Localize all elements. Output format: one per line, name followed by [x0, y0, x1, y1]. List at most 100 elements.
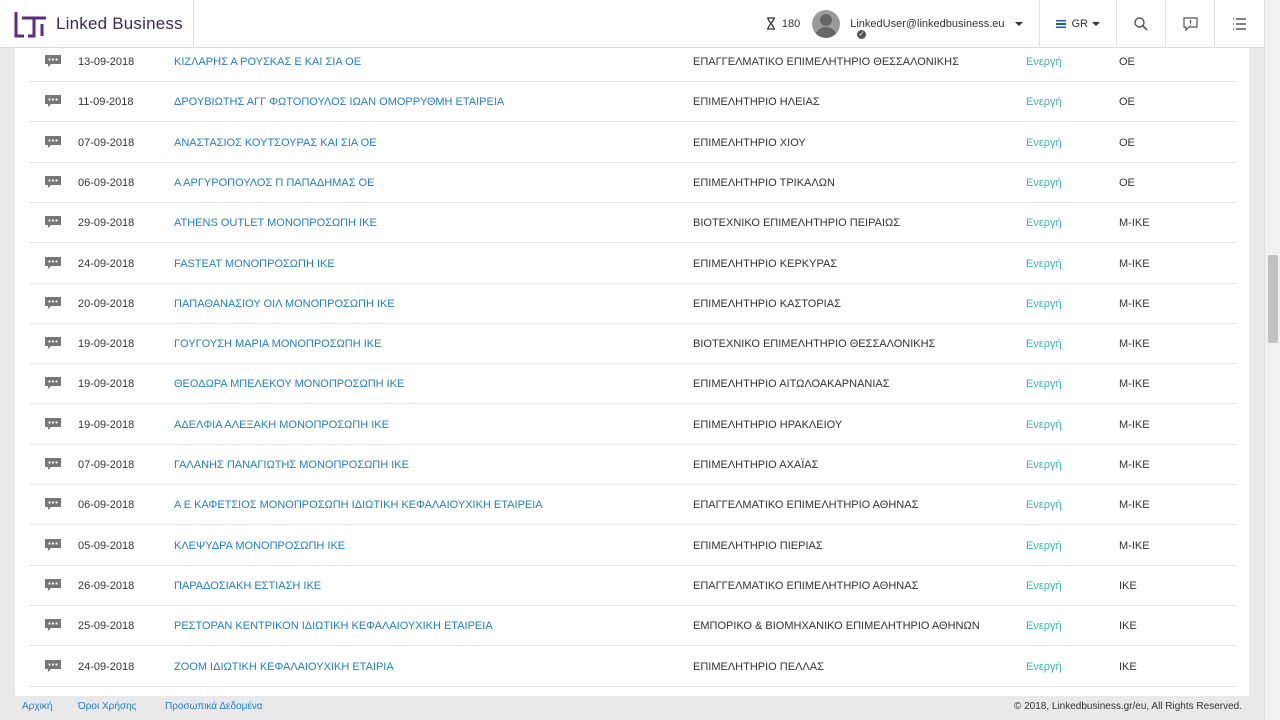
- message-icon[interactable]: [44, 618, 62, 632]
- company-name-link[interactable]: ΓΑΛΑΝΗΣ ΠΑΝΑΓΙΩΤΗΣ ΜΟΝΟΠΡΟΣΩΠΗ ΙΚΕ: [174, 445, 409, 485]
- row-chamber: ΕΠΙΜΕΛΗΤΗΡΙΟ ΚΑΣΤΟΡΙΑΣ: [693, 297, 841, 310]
- footer: Αρχική Όροι Χρήσης Προσωπικά Δεδομένα © …: [0, 696, 1264, 720]
- brand-name: Linked Business: [56, 13, 183, 33]
- row-date: 19-09-2018: [78, 338, 135, 351]
- status-badge: Ενεργή: [1026, 620, 1062, 633]
- status-badge: Ενεργή: [1026, 257, 1062, 270]
- row-date: 13-09-2018: [78, 56, 135, 68]
- row-chamber: ΕΠΑΓΓΕΛΜΑΤΙΚΟ ΕΠΙΜΕΛΗΤΗΡΙΟ ΑΘΗΝΑΣ: [693, 499, 919, 512]
- results-panel: 13-09-2018 ΚΙΖΛΑΡΗΣ Α ΡΟΥΣΚΑΣ Ε ΚΑΙ ΣΙΑ Ο…: [15, 48, 1249, 696]
- message-icon[interactable]: [44, 256, 62, 270]
- table-row: 07-09-2018 ΓΑΛΑΝΗΣ ΠΑΝΑΓΙΩΤΗΣ ΜΟΝΟΠΡΟΣΩΠΗ…: [29, 445, 1236, 485]
- company-name-link[interactable]: Α ΑΡΓΥΡΟΠΟΥΛΟΣ Π ΠΑΠΑΔΗΜΑΣ ΟΕ: [174, 163, 374, 203]
- logo-mark-icon: [14, 11, 46, 37]
- copyright-text: © 2018, Linkedbusiness.gr/eu, All Rights…: [1013, 701, 1242, 712]
- row-date: 25-09-2018: [78, 620, 135, 633]
- row-chamber: ΕΠΙΜΕΛΗΤΗΡΙΟ ΑΧΑΪΑΣ: [693, 459, 819, 471]
- company-name-link[interactable]: ΠΑΠΑΘΑΝΑΣΙΟΥ ΟΙΛ ΜΟΝΟΠΡΟΣΩΠΗ ΙΚΕ: [174, 284, 395, 324]
- status-badge: Ενεργή: [1026, 56, 1062, 68]
- user-email: LinkedUser@linkedbusiness.eu: [850, 17, 1005, 30]
- status-badge: Ενεργή: [1026, 338, 1062, 351]
- row-company-type: Μ-ΙΚΕ: [1119, 257, 1150, 270]
- row-company-type: Μ-ΙΚΕ: [1119, 459, 1150, 471]
- message-icon[interactable]: [44, 538, 62, 552]
- company-name-link[interactable]: ZOOM ΙΔΙΩΤΙΚΗ ΚΕΦΑΛΑΙΟΥΧΙΚΗ ΕΤΑΙΡΙΑ: [174, 647, 394, 687]
- menu-button[interactable]: [1215, 0, 1264, 48]
- message-icon[interactable]: [44, 54, 62, 68]
- user-menu[interactable]: LinkedUser@linkedbusiness.eu: [812, 0, 1040, 48]
- row-chamber: ΒΙΟΤΕΧΝΙΚΟ ΕΠΙΜΕΛΗΤΗΡΙΟ ΠΕΙΡΑΙΩΣ: [693, 217, 901, 230]
- company-name-link[interactable]: ΑΝΑΣΤΑΣΙΟΣ ΚΟΥΤΣΟΥΡΑΣ ΚΑΙ ΣΙΑ ΟΕ: [174, 123, 377, 163]
- row-company-type: Μ-ΙΚΕ: [1119, 297, 1150, 310]
- company-name-link[interactable]: FASTEAT ΜΟΝΟΠΡΟΣΩΠΗ ΙΚΕ: [174, 244, 335, 284]
- table-row: 20-09-2018 ΠΑΠΑΘΑΝΑΣΙΟΥ ΟΙΛ ΜΟΝΟΠΡΟΣΩΠΗ Ι…: [29, 284, 1236, 324]
- row-chamber: ΕΠΙΜΕΛΗΤΗΡΙΟ ΠΕΛΛΑΣ: [693, 660, 824, 673]
- search-button[interactable]: [1117, 0, 1166, 48]
- credits-value: 180: [781, 17, 801, 30]
- row-company-type: ΟΕ: [1119, 176, 1135, 189]
- row-chamber: ΕΠΙΜΕΛΗΤΗΡΙΟ ΧΙΟΥ: [693, 136, 806, 149]
- footer-home-link[interactable]: Αρχική: [22, 696, 52, 718]
- message-icon[interactable]: [44, 497, 62, 511]
- page-scrollbar[interactable]: [1264, 0, 1280, 720]
- row-date: 24-09-2018: [78, 257, 135, 270]
- row-company-type: Μ-ΙΚΕ: [1119, 338, 1150, 351]
- status-badge: Ενεργή: [1026, 136, 1062, 149]
- row-date: 07-09-2018: [78, 459, 135, 471]
- status-badge: Ενεργή: [1026, 499, 1062, 512]
- status-badge: Ενεργή: [1026, 378, 1062, 391]
- row-date: 11-09-2018: [78, 96, 134, 109]
- avatar: [812, 9, 841, 38]
- row-company-type: ΙΚΕ: [1119, 620, 1137, 633]
- row-date: 29-09-2018: [78, 217, 135, 230]
- table-row: 26-09-2018 ΠΑΡΑΔΟΣΙΑΚΗ ΕΣΤΙΑΣΗ ΙΚΕ ΕΠΑΓΓΕΛ…: [29, 566, 1236, 606]
- company-name-link[interactable]: ΑΔΕΛΦΙΑ ΑΛΕΞΑΚΗ ΜΟΝΟΠΡΟΣΩΠΗ ΙΚΕ: [174, 405, 389, 445]
- table-row: 29-09-2018 ATHENS OUTLET ΜΟΝΟΠΡΟΣΩΠΗ ΙΚΕ Β…: [29, 203, 1236, 244]
- row-chamber: ΒΙΟΤΕΧΝΙΚΟ ΕΠΙΜΕΛΗΤΗΡΙΟ ΘΕΣΣΑΛΟΝΙΚΗΣ: [693, 338, 936, 351]
- company-name-link[interactable]: Α Ε ΚΑΦΕΤΣΙΟΣ ΜΟΝΟΠΡΟΣΩΠΗ ΙΔΙΩΤΙΚΗ ΚΕΦΑΛ…: [174, 485, 543, 525]
- table-row: 24-09-2018 ZOOM ΙΔΙΩΤΙΚΗ ΚΕΦΑΛΑΙΟΥΧΙΚΗ ΕΤ…: [29, 647, 1236, 687]
- company-name-link[interactable]: ΘΕΟΔΩΡΑ ΜΠΕΛΕΚΟΥ ΜΟΝΟΠΡΟΣΩΠΗ ΙΚΕ: [174, 364, 404, 404]
- message-icon[interactable]: [44, 175, 62, 189]
- language-selector[interactable]: GR: [1040, 0, 1117, 48]
- message-icon[interactable]: [44, 215, 62, 229]
- message-icon[interactable]: [44, 578, 62, 592]
- message-icon[interactable]: [44, 417, 62, 431]
- message-icon[interactable]: [44, 135, 62, 149]
- status-badge: Ενεργή: [1026, 297, 1062, 310]
- table-row: 13-09-2018 ΚΙΖΛΑΡΗΣ Α ΡΟΥΣΚΑΣ Ε ΚΑΙ ΣΙΑ Ο…: [29, 48, 1236, 82]
- message-icon[interactable]: [44, 376, 62, 390]
- feedback-icon: [1182, 16, 1198, 31]
- company-name-link[interactable]: ΔΡΟΥΒΙΩΤΗΣ ΑΓΓ ΦΩΤΟΠΟΥΛΟΣ ΙΩΑΝ ΟΜΟΡΡΥΘΜΗ…: [174, 82, 504, 122]
- logo[interactable]: Linked Business: [0, 0, 194, 48]
- message-icon[interactable]: [44, 296, 62, 310]
- message-icon[interactable]: [44, 94, 62, 108]
- message-icon[interactable]: [44, 659, 62, 673]
- message-icon[interactable]: [44, 457, 62, 471]
- table-row: 19-09-2018 ΑΔΕΛΦΙΑ ΑΛΕΞΑΚΗ ΜΟΝΟΠΡΟΣΩΠΗ ΙΚ…: [29, 405, 1236, 445]
- table-row: 05-09-2018 ΚΛΕΨΥΔΡΑ ΜΟΝΟΠΡΟΣΩΠΗ ΙΚΕ ΕΠΙΜΕΛ…: [29, 526, 1236, 566]
- row-chamber: ΕΠΑΓΓΕΛΜΑΤΙΚΟ ΕΠΙΜΕΛΗΤΗΡΙΟ ΘΕΣΣΑΛΟΝΙΚΗΣ: [693, 56, 959, 68]
- company-name-link[interactable]: ΓΟΥΓΟΥΣΗ ΜΑΡΙΑ ΜΟΝΟΠΡΟΣΩΠΗ ΙΚΕ: [174, 324, 381, 364]
- message-icon[interactable]: [44, 336, 62, 350]
- company-name-link[interactable]: ATHENS OUTLET ΜΟΝΟΠΡΟΣΩΠΗ ΙΚΕ: [174, 203, 377, 243]
- status-badge: Ενεργή: [1026, 217, 1062, 230]
- row-date: 26-09-2018: [78, 579, 135, 592]
- feedback-button[interactable]: [1166, 0, 1215, 48]
- company-name-link[interactable]: ΚΛΕΨΥΔΡΑ ΜΟΝΟΠΡΟΣΩΠΗ ΙΚΕ: [174, 526, 345, 566]
- company-name-link[interactable]: ΡΕΣΤΟΡΑΝ ΚΕΝΤΡΙΚΟΝ ΙΔΙΩΤΙΚΗ ΚΕΦΑΛΑΙΟΥΧΙΚ…: [174, 606, 493, 646]
- row-chamber: ΕΠΑΓΓΕΛΜΑΤΙΚΟ ΕΠΙΜΕΛΗΤΗΡΙΟ ΑΘΗΝΑΣ: [693, 579, 919, 592]
- company-name-link[interactable]: ΠΑΡΑΔΟΣΙΑΚΗ ΕΣΤΙΑΣΗ ΙΚΕ: [174, 566, 321, 606]
- row-date: 07-09-2018: [78, 136, 135, 149]
- footer-terms-link[interactable]: Όροι Χρήσης: [78, 696, 136, 718]
- company-name-link[interactable]: ΚΙΖΛΑΡΗΣ Α ΡΟΥΣΚΑΣ Ε ΚΑΙ ΣΙΑ ΟΕ: [174, 48, 361, 82]
- table-row: 06-09-2018 Α ΑΡΓΥΡΟΠΟΥΛΟΣ Π ΠΑΠΑΔΗΜΑΣ ΟΕ Ε…: [29, 163, 1236, 203]
- row-chamber: ΕΠΙΜΕΛΗΤΗΡΙΟ ΚΕΡΚΥΡΑΣ: [693, 257, 838, 270]
- footer-privacy-link[interactable]: Προσωπικά Δεδομένα: [165, 696, 263, 718]
- row-date: 19-09-2018: [78, 378, 135, 391]
- row-company-type: ΟΕ: [1119, 136, 1135, 149]
- greek-flag-icon: [1055, 19, 1066, 28]
- row-company-type: ΙΚΕ: [1119, 660, 1137, 673]
- scrollbar-thumb[interactable]: [1268, 255, 1278, 343]
- row-date: 06-09-2018: [78, 176, 135, 189]
